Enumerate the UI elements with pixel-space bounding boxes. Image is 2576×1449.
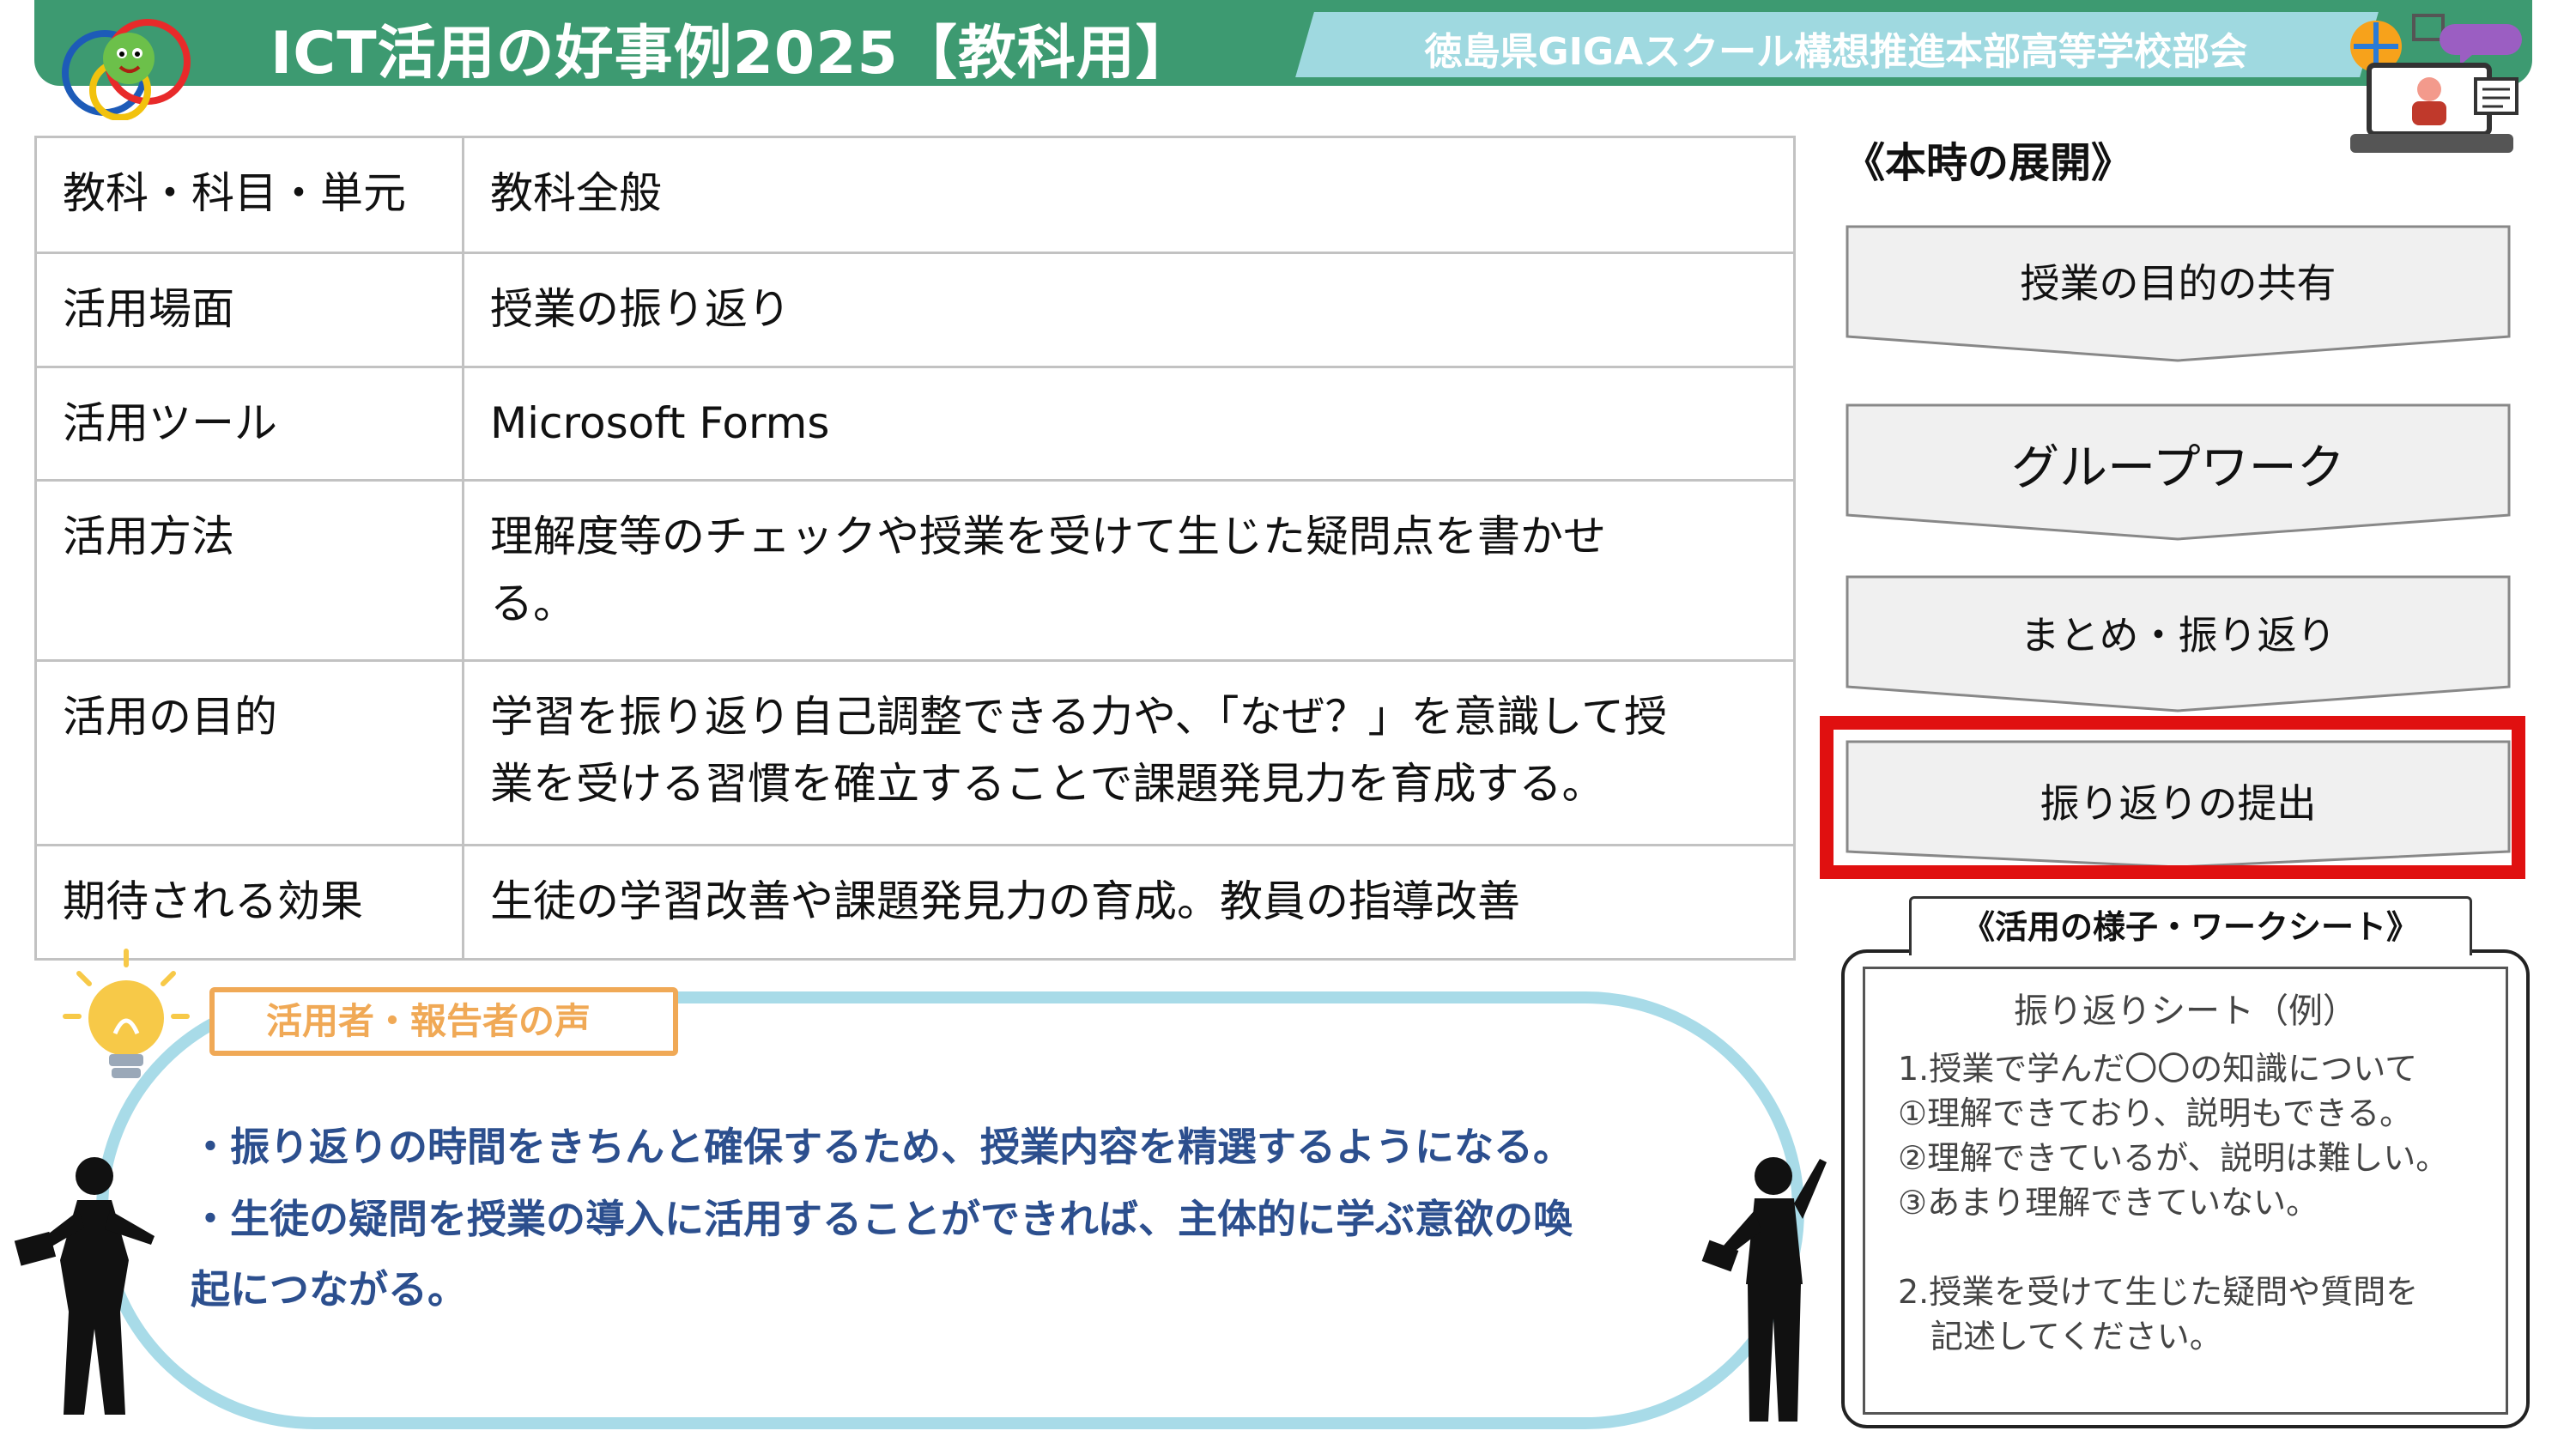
woman-silhouette-icon — [14, 1157, 155, 1415]
row-label: 活用の目的 — [34, 659, 464, 846]
row-label: 活用ツール — [34, 365, 464, 482]
info-table: 教科・科目・単元 教科全般 活用場面 授業の振り返り 活用ツール Microso… — [34, 136, 1796, 961]
worksheet-title: 振り返りシート（例） — [2014, 991, 2357, 1031]
voice-line: ・生徒の疑問を授業の導入に活用することができれば、主体的に学ぶ意欲の喚 — [191, 1196, 1573, 1242]
row-value: 授業の振り返り — [462, 252, 1796, 368]
flow-title: 《本時の展開》 — [1844, 139, 2133, 187]
man-silhouette-icon — [1701, 1157, 1827, 1422]
laptop-chat-icon — [2350, 14, 2522, 153]
page-title: ICT活用の好事例2025【教科用】 — [270, 20, 1195, 88]
row-label: 活用方法 — [34, 479, 464, 662]
org-banner: 徳島県GIGAスクール構想推進本部高等学校部会 — [1295, 12, 2379, 77]
row-label: 教科・科目・単元 — [34, 136, 464, 254]
table-row: 教科・科目・単元 教科全般 — [34, 136, 1796, 254]
table-row: 活用ツール Microsoft Forms — [34, 365, 1796, 482]
table-row: 活用方法 理解度等のチェックや授業を受けて生じた疑問点を書かせ る。 — [34, 479, 1796, 662]
worksheet-tab: 《活用の様子・ワークシート》 — [1909, 896, 2472, 955]
row-label: 期待される効果 — [34, 844, 464, 961]
worksheet-body: 1.授業で学んだ〇〇の知識について ①理解できており、説明もできる。 ②理解でき… — [1898, 1050, 2449, 1355]
flow-step-2: グループワーク — [1846, 403, 2511, 541]
row-value-line: Microsoft Forms — [490, 397, 830, 448]
row-value: 教科全般 — [462, 136, 1796, 254]
voice-label: 活用者・報告者の声 — [209, 987, 678, 1056]
flow-step-3: まとめ・振り返り — [1846, 575, 2511, 712]
row-value: 生徒の学習改善や課題発見力の育成。教員の指導改善 — [462, 844, 1796, 961]
mascot-logo-icon — [62, 19, 191, 120]
current-step-highlight — [1820, 716, 2525, 879]
table-row: 活用の目的 学習を振り返り自己調整できる力や、「なぜ？」を意識して授 業を受ける… — [34, 659, 1796, 846]
row-value: 理解度等のチェックや授業を受けて生じた疑問点を書かせ る。 — [462, 479, 1796, 662]
row-value-line: 授業の振り返り — [490, 284, 791, 334]
org-name: 徳島県GIGAスクール構想推進本部高等学校部会 — [1424, 30, 2248, 74]
table-row: 活用場面 授業の振り返り — [34, 252, 1796, 368]
row-value: Microsoft Forms — [462, 365, 1796, 482]
flow-step-1: 授業の目的の共有 — [1846, 225, 2511, 362]
row-value: 学習を振り返り自己調整できる力や、「なぜ？」を意識して授 業を受ける習慣を確立す… — [462, 659, 1796, 846]
voice-line: ・振り返りの時間をきちんと確保するため、授業内容を精選するようになる。 — [191, 1124, 1573, 1170]
row-value-line: る。 — [490, 578, 576, 628]
row-value-line: 教科全般 — [490, 168, 662, 218]
flow-step-label: 授業の目的の共有 — [2020, 260, 2337, 306]
row-label: 活用場面 — [34, 252, 464, 368]
row-value-line: 業を受ける習慣を確立することで課題発見力を育成する。 — [490, 758, 1605, 809]
row-value-line: 学習を振り返り自己調整できる力や、「なぜ？」を意識して授 — [490, 692, 1667, 742]
lightbulb-icon — [63, 949, 190, 1078]
voice-line: 起につながる。 — [191, 1266, 467, 1313]
flow-step-label: グループワーク — [2011, 440, 2345, 496]
row-value-line: 生徒の学習改善や課題発見力の育成。教員の指導改善 — [490, 876, 1520, 926]
table-row: 期待される効果 生徒の学習改善や課題発見力の育成。教員の指導改善 — [34, 844, 1796, 961]
header-bar: ICT活用の好事例2025【教科用】 徳島県GIGAスクール構想推進本部高等学校… — [34, 0, 2532, 88]
flow-step-label: まとめ・振り返り — [2020, 612, 2337, 658]
row-value-line: 理解度等のチェックや授業を受けて生じた疑問点を書かせ — [490, 512, 1606, 561]
worksheet-sheet: 振り返りシート（例） 1.授業で学んだ〇〇の知識について ①理解できており、説明… — [1863, 967, 2508, 1415]
